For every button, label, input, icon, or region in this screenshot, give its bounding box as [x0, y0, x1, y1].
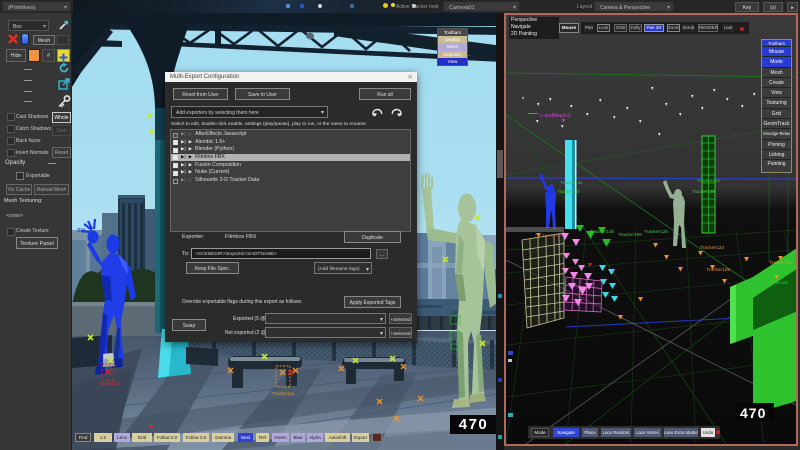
svg-text:L-andMag2x3: L-andMag2x3: [540, 113, 571, 119]
svg-text:Tracker131: Tracker131: [560, 180, 583, 185]
svg-text:Tracker1.0: Tracker1.0: [98, 381, 120, 386]
svg-text:470: 470: [740, 405, 766, 421]
svg-text:Tracker135: Tracker135: [692, 189, 715, 194]
svg-text:Tracker123: Tracker123: [700, 245, 724, 251]
svg-text:Tracker145: Tracker145: [590, 229, 614, 235]
svg-text:Tracker133: Tracker133: [697, 178, 720, 183]
svg-text:Tracker130: Tracker130: [557, 189, 580, 194]
svg-text:Tracker126: Tracker126: [644, 229, 668, 235]
svg-text:Tracker121: Tracker121: [764, 280, 788, 286]
svg-text:Tracker125: Tracker125: [706, 267, 730, 273]
svg-text:Tracker190: Tracker190: [618, 232, 642, 238]
svg-text:Tracker1xx: Tracker1xx: [272, 391, 295, 396]
svg-text:Tracker122: Tracker122: [769, 260, 793, 266]
